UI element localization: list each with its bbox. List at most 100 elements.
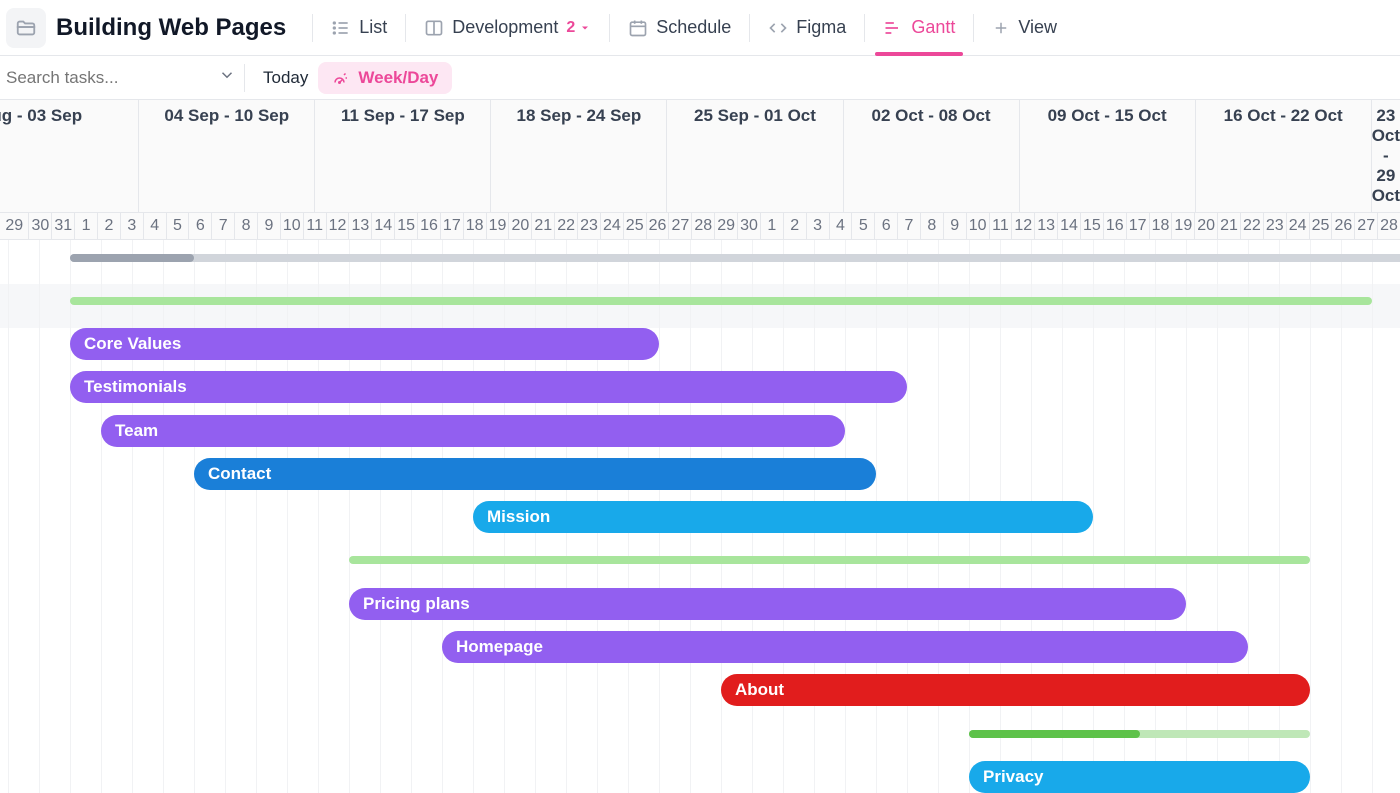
day-header-cell[interactable]: 27: [668, 213, 691, 239]
tab-figma[interactable]: Figma: [758, 13, 856, 42]
day-header-cell[interactable]: 28: [691, 213, 714, 239]
day-header-cell[interactable]: 24: [600, 213, 623, 239]
add-view-button[interactable]: View: [982, 13, 1067, 42]
day-header-cell[interactable]: 17: [440, 213, 463, 239]
day-header-cell[interactable]: 8: [920, 213, 943, 239]
day-header-cell[interactable]: 9: [257, 213, 280, 239]
today-button[interactable]: Today: [253, 64, 318, 92]
day-header-cell[interactable]: 14: [1057, 213, 1080, 239]
group-progress-track[interactable]: [70, 254, 1400, 262]
day-header-cell[interactable]: 25: [623, 213, 646, 239]
day-header-cell[interactable]: 17: [1126, 213, 1149, 239]
day-header-cell[interactable]: 21: [1217, 213, 1240, 239]
week-header-cell[interactable]: 28 Aug - 03 Sep: [0, 100, 138, 212]
tab-schedule[interactable]: Schedule: [618, 13, 741, 42]
day-header-cell[interactable]: 6: [874, 213, 897, 239]
day-header-cell[interactable]: 7: [897, 213, 920, 239]
day-header-cell[interactable]: 19: [486, 213, 509, 239]
day-header-cell[interactable]: 19: [1171, 213, 1194, 239]
day-header-cell[interactable]: 29: [0, 213, 28, 239]
day-header-cell[interactable]: 11: [303, 213, 326, 239]
day-header-cell[interactable]: 11: [989, 213, 1012, 239]
folder-button[interactable]: [6, 8, 46, 48]
day-header-cell[interactable]: 2: [783, 213, 806, 239]
day-header-cell[interactable]: 23: [1263, 213, 1286, 239]
day-header-cell[interactable]: 6: [188, 213, 211, 239]
day-header-cell[interactable]: 28: [1377, 213, 1400, 239]
day-header-cell[interactable]: 20: [1194, 213, 1217, 239]
week-header-cell[interactable]: 18 Sep - 24 Sep: [490, 100, 666, 212]
day-header-cell[interactable]: 3: [120, 213, 143, 239]
zoom-selector[interactable]: Week/Day: [318, 62, 452, 94]
gantt-task-bar[interactable]: Core Values: [70, 328, 659, 360]
tab-separator: [973, 14, 974, 42]
day-header-cell[interactable]: 9: [943, 213, 966, 239]
day-header-cell[interactable]: 10: [966, 213, 989, 239]
header-row: Building Web Pages List Development 2 Sc…: [0, 0, 1400, 56]
day-header-cell[interactable]: 5: [851, 213, 874, 239]
gantt-task-bar[interactable]: Pricing plans: [349, 588, 1186, 620]
day-header-cell[interactable]: 25: [1309, 213, 1332, 239]
day-header-cell[interactable]: 10: [280, 213, 303, 239]
day-header-cell[interactable]: 20: [508, 213, 531, 239]
day-header-cell[interactable]: 30: [737, 213, 760, 239]
board-icon: [424, 18, 444, 38]
day-header-cell[interactable]: 23: [577, 213, 600, 239]
gantt-task-bar[interactable]: About: [721, 674, 1310, 706]
calendar-icon: [628, 18, 648, 38]
week-header-cell[interactable]: 04 Sep - 10 Sep: [138, 100, 314, 212]
day-header-cell[interactable]: 26: [1331, 213, 1354, 239]
row-highlight: [0, 284, 1400, 328]
gantt-task-bar[interactable]: Contact: [194, 458, 876, 490]
day-header-cell[interactable]: 31: [51, 213, 74, 239]
day-header-cell[interactable]: 1: [760, 213, 783, 239]
search-input[interactable]: [6, 68, 156, 88]
day-header-cell[interactable]: 4: [829, 213, 852, 239]
day-header-cell[interactable]: 22: [1240, 213, 1263, 239]
day-header-cell[interactable]: 7: [211, 213, 234, 239]
day-header-cell[interactable]: 22: [554, 213, 577, 239]
day-header-cell[interactable]: 18: [1149, 213, 1172, 239]
day-header-cell[interactable]: 16: [1103, 213, 1126, 239]
day-header-cell[interactable]: 12: [1011, 213, 1034, 239]
day-header-cell[interactable]: 29: [714, 213, 737, 239]
day-header-cell[interactable]: 15: [1080, 213, 1103, 239]
group-summary-bar[interactable]: [70, 297, 1372, 305]
week-header-cell[interactable]: 09 Oct - 15 Oct: [1019, 100, 1195, 212]
week-header-cell[interactable]: 02 Oct - 08 Oct: [843, 100, 1019, 212]
gantt-task-bar[interactable]: Privacy: [969, 761, 1310, 793]
day-header-cell[interactable]: 13: [1034, 213, 1057, 239]
gantt-task-bar[interactable]: Testimonials: [70, 371, 907, 403]
week-header-cell[interactable]: 25 Sep - 01 Oct: [666, 100, 842, 212]
tab-list[interactable]: List: [321, 13, 397, 42]
week-header-cell[interactable]: 11 Sep - 17 Sep: [314, 100, 490, 212]
week-header-cell[interactable]: 23 Oct - 29 Oct: [1371, 100, 1400, 212]
day-header-cell[interactable]: 15: [394, 213, 417, 239]
chevron-down-icon[interactable]: [218, 66, 236, 89]
day-header-cell[interactable]: 2: [97, 213, 120, 239]
gantt-task-bar[interactable]: Homepage: [442, 631, 1248, 663]
day-header-cell[interactable]: 12: [326, 213, 349, 239]
day-header-cell[interactable]: 26: [646, 213, 669, 239]
tab-gantt[interactable]: Gantt: [873, 13, 965, 42]
tab-badge[interactable]: 2: [566, 19, 591, 37]
gantt-task-bar[interactable]: Team: [101, 415, 845, 447]
day-header-cell[interactable]: 27: [1354, 213, 1377, 239]
day-header-cell[interactable]: 21: [531, 213, 554, 239]
day-header-cell[interactable]: 18: [463, 213, 486, 239]
week-header-cell[interactable]: 16 Oct - 22 Oct: [1195, 100, 1371, 212]
day-header-cell[interactable]: 24: [1286, 213, 1309, 239]
day-header-cell[interactable]: 1: [74, 213, 97, 239]
day-header-cell[interactable]: 3: [806, 213, 829, 239]
tab-development[interactable]: Development 2: [414, 13, 601, 42]
day-header-cell[interactable]: 16: [417, 213, 440, 239]
group-summary-bar[interactable]: [349, 556, 1310, 564]
gantt-chart-body[interactable]: Core Values Testimonials Team Contact Missio…: [0, 240, 1400, 793]
day-header-cell[interactable]: 8: [234, 213, 257, 239]
day-header-cell[interactable]: 5: [166, 213, 189, 239]
gantt-task-bar[interactable]: Mission: [473, 501, 1093, 533]
day-header-cell[interactable]: 13: [348, 213, 371, 239]
day-header-cell[interactable]: 30: [28, 213, 51, 239]
day-header-cell[interactable]: 4: [143, 213, 166, 239]
day-header-cell[interactable]: 14: [371, 213, 394, 239]
